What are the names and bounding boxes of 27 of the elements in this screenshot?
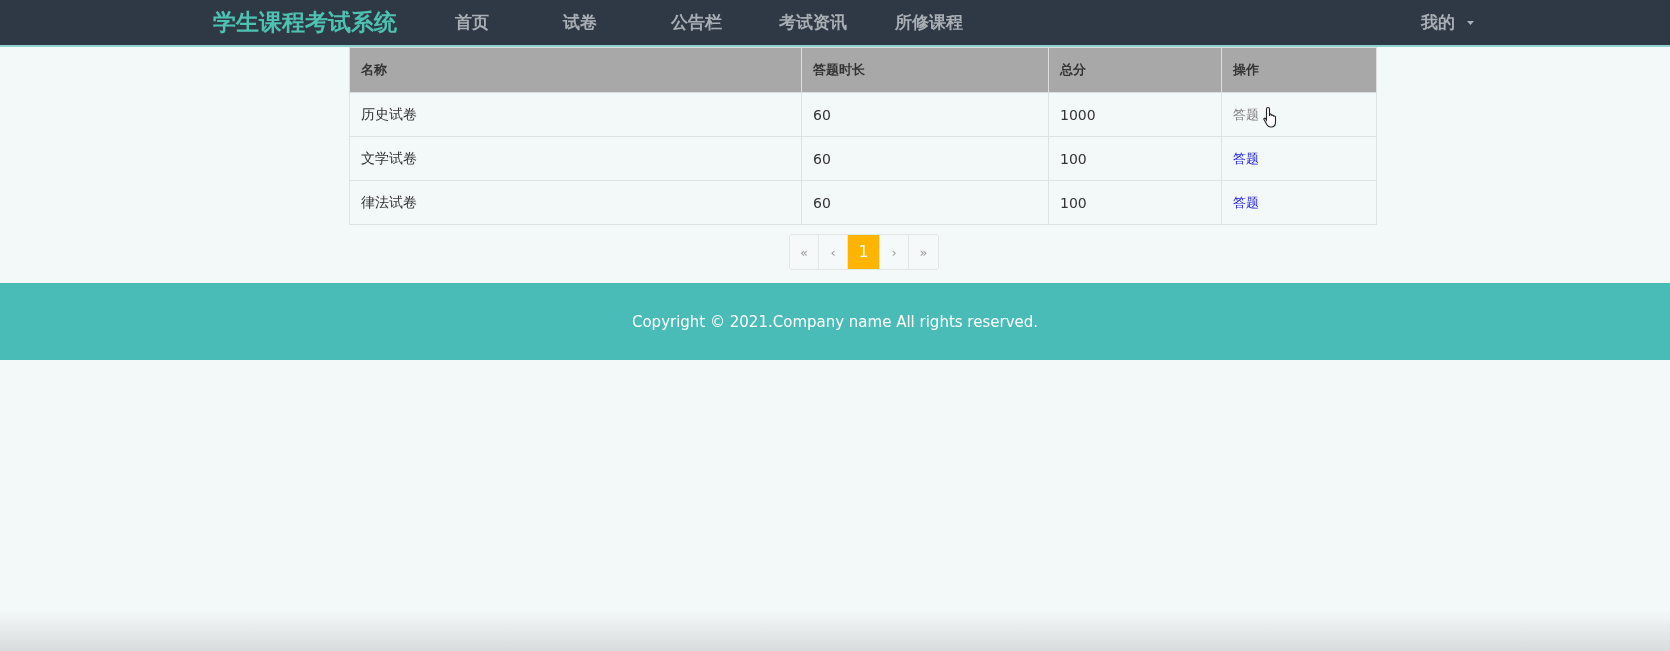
table-cell: 60 [801, 136, 1049, 181]
nav-link[interactable]: 首页 [455, 11, 563, 34]
nav-link[interactable]: 试卷 [563, 11, 671, 34]
column-header: 操作 [1221, 47, 1377, 93]
table-cell: 60 [801, 180, 1049, 225]
answer-link[interactable]: 答题 [1233, 194, 1259, 210]
caret-icon [1467, 20, 1474, 25]
column-header: 名称 [349, 47, 802, 93]
table-cell: 1000 [1048, 92, 1222, 137]
answer-link[interactable]: 答题 [1233, 150, 1259, 166]
table-cell: 文学试卷 [349, 136, 802, 181]
column-header: 总分 [1048, 47, 1222, 93]
table-cell: 历史试卷 [349, 92, 802, 137]
nav-link[interactable]: 考试资讯 [779, 11, 895, 34]
nav-link[interactable]: 公告栏 [671, 11, 779, 34]
hand-cursor-icon [1263, 105, 1279, 128]
table-cell: 60 [801, 92, 1049, 137]
site-title[interactable]: 学生课程考试系统 [213, 7, 455, 38]
table-cell: 100 [1048, 136, 1222, 181]
user-menu[interactable]: 我的 [1421, 11, 1474, 34]
table-cell: 律法试卷 [349, 180, 802, 225]
copyright-text: Copyright © 2021.Company name All rights reserved. [631, 312, 1039, 331]
column-header: 答题时长 [801, 47, 1049, 93]
page-button[interactable]: « [790, 235, 819, 269]
answer-link[interactable]: 答题 [1233, 106, 1259, 122]
nav-link[interactable]: 所修课程 [895, 11, 1003, 34]
table-cell: 100 [1048, 180, 1222, 225]
